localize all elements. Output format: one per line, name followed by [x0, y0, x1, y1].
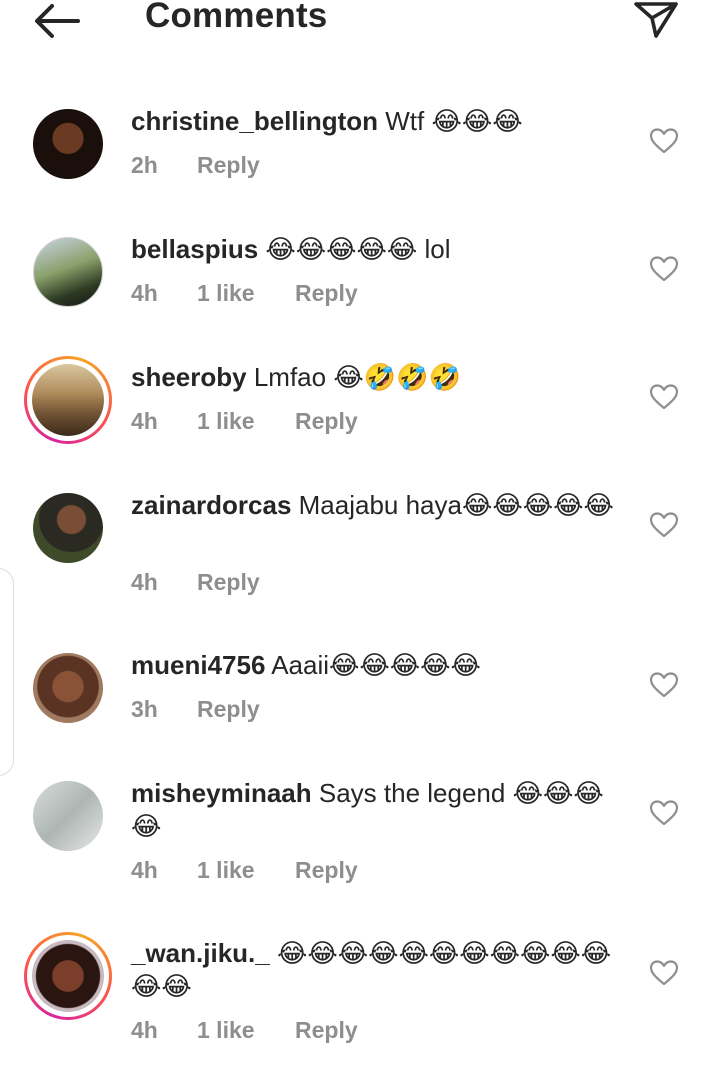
avatar[interactable]: [24, 100, 112, 188]
comment-time: 4h: [131, 280, 158, 306]
like-heart-icon[interactable]: [650, 128, 678, 154]
avatar[interactable]: [24, 228, 112, 316]
reply-button[interactable]: Reply: [197, 152, 260, 179]
send-icon: [634, 2, 678, 38]
reply-button[interactable]: Reply: [295, 408, 358, 435]
page-title: Comments: [145, 0, 328, 35]
reply-button[interactable]: Reply: [197, 696, 260, 723]
share-button[interactable]: [632, 0, 680, 40]
back-button[interactable]: [30, 0, 82, 42]
back-arrow-icon: [35, 4, 80, 38]
comment-text: 😂😂😂😂😂 lol: [265, 234, 451, 264]
comment-time: 4h: [131, 1017, 158, 1043]
like-heart-icon[interactable]: [650, 672, 678, 698]
like-heart-icon[interactable]: [650, 800, 678, 826]
like-heart-icon[interactable]: [650, 384, 678, 410]
comment-time: 4h: [131, 569, 158, 595]
comment-username[interactable]: christine_bellington: [131, 106, 378, 136]
comment-text: Wtf 😂😂😂: [385, 106, 523, 136]
comment-username[interactable]: _wan.jiku._: [131, 938, 270, 968]
comment-username[interactable]: mueni4756: [131, 650, 265, 680]
side-panel-edge: [0, 568, 14, 776]
comment-text: Maajabu haya😂😂😂😂😂: [298, 490, 614, 520]
reply-button[interactable]: Reply: [295, 857, 358, 884]
avatar[interactable]: [24, 772, 112, 860]
comment-likes[interactable]: 1 like: [197, 408, 255, 435]
comment-username[interactable]: sheeroby: [131, 362, 247, 392]
comment-username[interactable]: bellaspius: [131, 234, 258, 264]
comment-likes[interactable]: 1 like: [197, 857, 255, 884]
comment-likes[interactable]: 1 like: [197, 280, 255, 307]
like-heart-icon[interactable]: [650, 960, 678, 986]
comment-time: 2h: [131, 152, 158, 178]
avatar[interactable]: [24, 356, 112, 444]
comment-time: 4h: [131, 857, 158, 883]
comment-username[interactable]: zainardorcas: [131, 490, 291, 520]
like-heart-icon[interactable]: [650, 256, 678, 282]
comment-text: Lmfao 😂🤣🤣🤣: [253, 362, 461, 392]
reply-button[interactable]: Reply: [295, 1017, 358, 1044]
comments-header: Comments: [0, 0, 720, 44]
comment-text: Aaaii😂😂😂😂😂: [271, 650, 481, 680]
reply-button[interactable]: Reply: [295, 280, 358, 307]
reply-button[interactable]: Reply: [197, 569, 260, 596]
avatar[interactable]: [24, 484, 112, 572]
avatar[interactable]: [24, 932, 112, 1020]
like-heart-icon[interactable]: [650, 512, 678, 538]
avatar[interactable]: [24, 644, 112, 732]
comment-username[interactable]: misheyminaah: [131, 778, 312, 808]
comment-time: 3h: [131, 696, 158, 722]
comment-likes[interactable]: 1 like: [197, 1017, 255, 1044]
comment-time: 4h: [131, 408, 158, 434]
